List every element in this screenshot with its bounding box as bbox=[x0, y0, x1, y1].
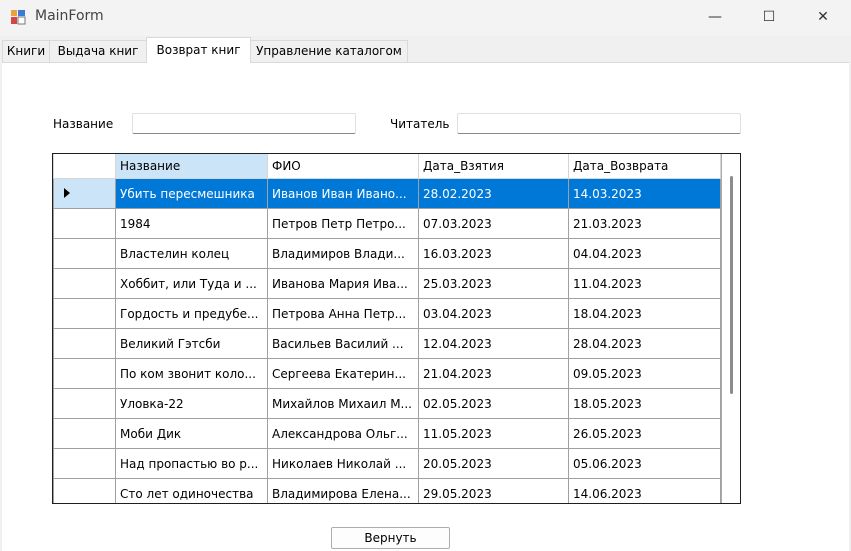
table-row[interactable]: Уловка-22 Михайлов Михаил М... 02.05.202… bbox=[53, 388, 721, 419]
table-row[interactable]: Гордость и предубе... Петрова Анна Петр.… bbox=[53, 298, 721, 329]
issue-date-cell[interactable]: 12.04.2023 bbox=[418, 328, 569, 359]
tab-issue-books[interactable]: Выдача книг bbox=[49, 40, 147, 62]
return-button[interactable]: Вернуть bbox=[331, 527, 450, 549]
vertical-scrollbar[interactable] bbox=[722, 154, 740, 503]
issue-date-cell[interactable]: 28.02.2023 bbox=[418, 178, 569, 209]
column-header-title[interactable]: Название bbox=[115, 154, 268, 179]
return-date-cell[interactable]: 26.05.2023 bbox=[568, 418, 721, 449]
title-filter-input[interactable] bbox=[132, 113, 356, 134]
issue-date-cell[interactable]: 11.05.2023 bbox=[418, 418, 569, 449]
tab-catalog-management[interactable]: Управление каталогом bbox=[250, 40, 408, 62]
title-cell[interactable]: Над пропастью во р... bbox=[115, 448, 268, 479]
title-filter-label: Название bbox=[53, 117, 114, 131]
title-cell[interactable]: Хоббит, или Туда и ... bbox=[115, 268, 268, 299]
table-row[interactable]: По ком звонит коло... Сергеева Екатерин.… bbox=[53, 358, 721, 389]
return-date-cell[interactable]: 04.04.2023 bbox=[568, 238, 721, 269]
return-date-cell[interactable]: 05.06.2023 bbox=[568, 448, 721, 479]
issue-date-cell[interactable]: 16.03.2023 bbox=[418, 238, 569, 269]
issue-date-cell[interactable]: 29.05.2023 bbox=[418, 478, 569, 503]
title-cell[interactable]: 1984 bbox=[115, 208, 268, 239]
reader-name-cell[interactable]: Иванов Иван Ивано... bbox=[267, 178, 419, 209]
title-cell[interactable]: Властелин колец bbox=[115, 238, 268, 269]
reader-name-cell[interactable]: Васильев Василий ... bbox=[267, 328, 419, 359]
corner-header-cell[interactable] bbox=[53, 154, 116, 179]
window-title: MainForm bbox=[35, 8, 104, 24]
return-date-cell[interactable]: 11.04.2023 bbox=[568, 268, 721, 299]
tab-strip: Книги Выдача книг Возврат книг Управлени… bbox=[0, 37, 851, 63]
row-header[interactable] bbox=[53, 478, 116, 503]
title-cell[interactable]: По ком звонит коло... bbox=[115, 358, 268, 389]
return-date-cell[interactable]: 09.05.2023 bbox=[568, 358, 721, 389]
table-row[interactable]: Над пропастью во р... Николаев Николай .… bbox=[53, 448, 721, 479]
reader-name-cell[interactable]: Иванова Мария Ива... bbox=[267, 268, 419, 299]
return-date-cell[interactable]: 18.05.2023 bbox=[568, 388, 721, 419]
row-header[interactable] bbox=[53, 208, 116, 239]
return-date-cell[interactable]: 21.03.2023 bbox=[568, 208, 721, 239]
row-header[interactable] bbox=[53, 178, 116, 209]
row-header[interactable] bbox=[53, 328, 116, 359]
table-row[interactable]: Моби Дик Александрова Ольг... 11.05.2023… bbox=[53, 418, 721, 449]
issue-date-cell[interactable]: 02.05.2023 bbox=[418, 388, 569, 419]
reader-name-cell[interactable]: Александрова Ольг... bbox=[267, 418, 419, 449]
row-header[interactable] bbox=[53, 268, 116, 299]
return-date-cell[interactable]: 14.06.2023 bbox=[568, 478, 721, 503]
issue-date-cell[interactable]: 20.05.2023 bbox=[418, 448, 569, 479]
column-header-reader-name[interactable]: ФИО bbox=[267, 154, 419, 179]
tab-books[interactable]: Книги bbox=[2, 40, 50, 62]
table-row[interactable]: Хоббит, или Туда и ... Иванова Мария Ива… bbox=[53, 268, 721, 299]
title-cell[interactable]: Гордость и предубе... bbox=[115, 298, 268, 329]
title-bar: MainForm — ☐ ✕ bbox=[0, 0, 851, 36]
maximize-button[interactable]: ☐ bbox=[746, 0, 792, 34]
returns-grid[interactable]: Название ФИО Дата_Взятия Дата_Возврата У… bbox=[52, 153, 741, 504]
reader-name-cell[interactable]: Петрова Анна Петр... bbox=[267, 298, 419, 329]
table-row[interactable]: 1984 Петров Петр Петро... 07.03.2023 21.… bbox=[53, 208, 721, 239]
title-cell[interactable]: Уловка-22 bbox=[115, 388, 268, 419]
title-cell[interactable]: Великий Гэтсби bbox=[115, 328, 268, 359]
reader-name-cell[interactable]: Владимиров Влади... bbox=[267, 238, 419, 269]
issue-date-cell[interactable]: 21.04.2023 bbox=[418, 358, 569, 389]
issue-date-cell[interactable]: 25.03.2023 bbox=[418, 268, 569, 299]
scrollbar-thumb[interactable] bbox=[730, 176, 733, 394]
row-header[interactable] bbox=[53, 358, 116, 389]
column-header-issue-date[interactable]: Дата_Взятия bbox=[418, 154, 569, 179]
issue-date-cell[interactable]: 03.04.2023 bbox=[418, 298, 569, 329]
return-date-cell[interactable]: 28.04.2023 bbox=[568, 328, 721, 359]
reader-filter-input[interactable] bbox=[457, 113, 741, 134]
app-icon bbox=[11, 10, 26, 25]
row-header[interactable] bbox=[53, 418, 116, 449]
current-row-arrow-icon bbox=[64, 187, 70, 198]
close-button[interactable]: ✕ bbox=[800, 0, 846, 34]
reader-name-cell[interactable]: Михайлов Михаил М... bbox=[267, 388, 419, 419]
reader-name-cell[interactable]: Петров Петр Петро... bbox=[267, 208, 419, 239]
row-header[interactable] bbox=[53, 448, 116, 479]
issue-date-cell[interactable]: 07.03.2023 bbox=[418, 208, 569, 239]
column-header-return-date[interactable]: Дата_Возврата bbox=[568, 154, 721, 179]
return-date-cell[interactable]: 14.03.2023 bbox=[568, 178, 721, 209]
reader-filter-label: Читатель bbox=[390, 117, 450, 131]
reader-name-cell[interactable]: Владимирова Елена... bbox=[267, 478, 419, 503]
title-cell[interactable]: Сто лет одиночества bbox=[115, 478, 268, 503]
table-row[interactable]: Великий Гэтсби Васильев Василий ... 12.0… bbox=[53, 328, 721, 359]
return-date-cell[interactable]: 18.04.2023 bbox=[568, 298, 721, 329]
table-row[interactable]: Властелин колец Владимиров Влади... 16.0… bbox=[53, 238, 721, 269]
row-header[interactable] bbox=[53, 238, 116, 269]
table-row[interactable]: Сто лет одиночества Владимирова Елена...… bbox=[53, 478, 721, 503]
row-header[interactable] bbox=[53, 298, 116, 329]
reader-name-cell[interactable]: Николаев Николай ... bbox=[267, 448, 419, 479]
tab-return-books[interactable]: Возврат книг bbox=[146, 37, 251, 63]
row-header[interactable] bbox=[53, 388, 116, 419]
returns-table: Название ФИО Дата_Взятия Дата_Возврата У… bbox=[53, 154, 721, 503]
reader-name-cell[interactable]: Сергеева Екатерин... bbox=[267, 358, 419, 389]
minimize-button[interactable]: — bbox=[692, 0, 738, 34]
title-cell[interactable]: Моби Дик bbox=[115, 418, 268, 449]
title-cell[interactable]: Убить пересмешника bbox=[115, 178, 268, 209]
table-row[interactable]: Убить пересмешника Иванов Иван Ивано... … bbox=[53, 178, 721, 209]
